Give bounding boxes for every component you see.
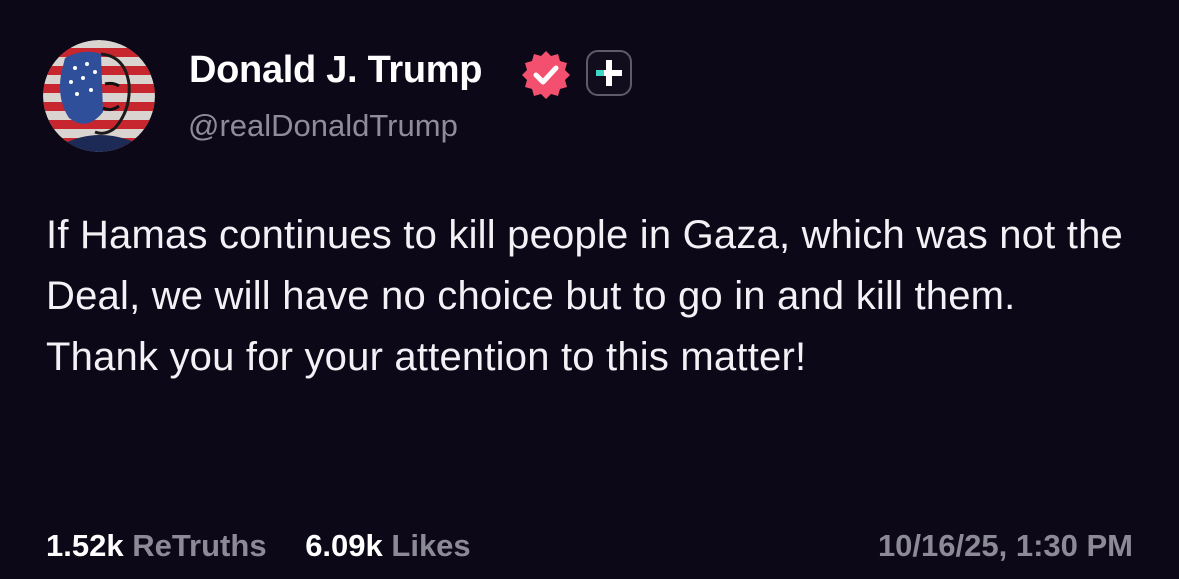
author-handle[interactable]: @realDonaldTrump (188, 108, 458, 144)
retruths-count: 1.52k (46, 528, 124, 563)
likes-count: 6.09k (305, 528, 383, 563)
author-display-name[interactable]: Donald J. Trump (189, 49, 483, 92)
verified-badge-icon (521, 50, 571, 100)
post-footer: 1.52k ReTruths 6.09k Likes 10/16/25, 1:3… (46, 528, 1133, 564)
avatar-flag-portrait-icon (43, 40, 155, 152)
retruths-label: ReTruths (132, 528, 267, 563)
avatar[interactable] (43, 40, 155, 152)
post-card: Donald J. Trump @realDonaldTrump If Hama… (0, 0, 1179, 579)
likes-stat[interactable]: 6.09k Likes (305, 528, 470, 564)
retruths-stat[interactable]: 1.52k ReTruths (46, 528, 267, 564)
likes-label: Likes (391, 528, 471, 563)
post-timestamp[interactable]: 10/16/25, 1:30 PM (878, 528, 1133, 564)
truth-plus-icon (586, 50, 632, 96)
post-body-text: If Hamas continues to kill people in Gaz… (46, 213, 1123, 379)
